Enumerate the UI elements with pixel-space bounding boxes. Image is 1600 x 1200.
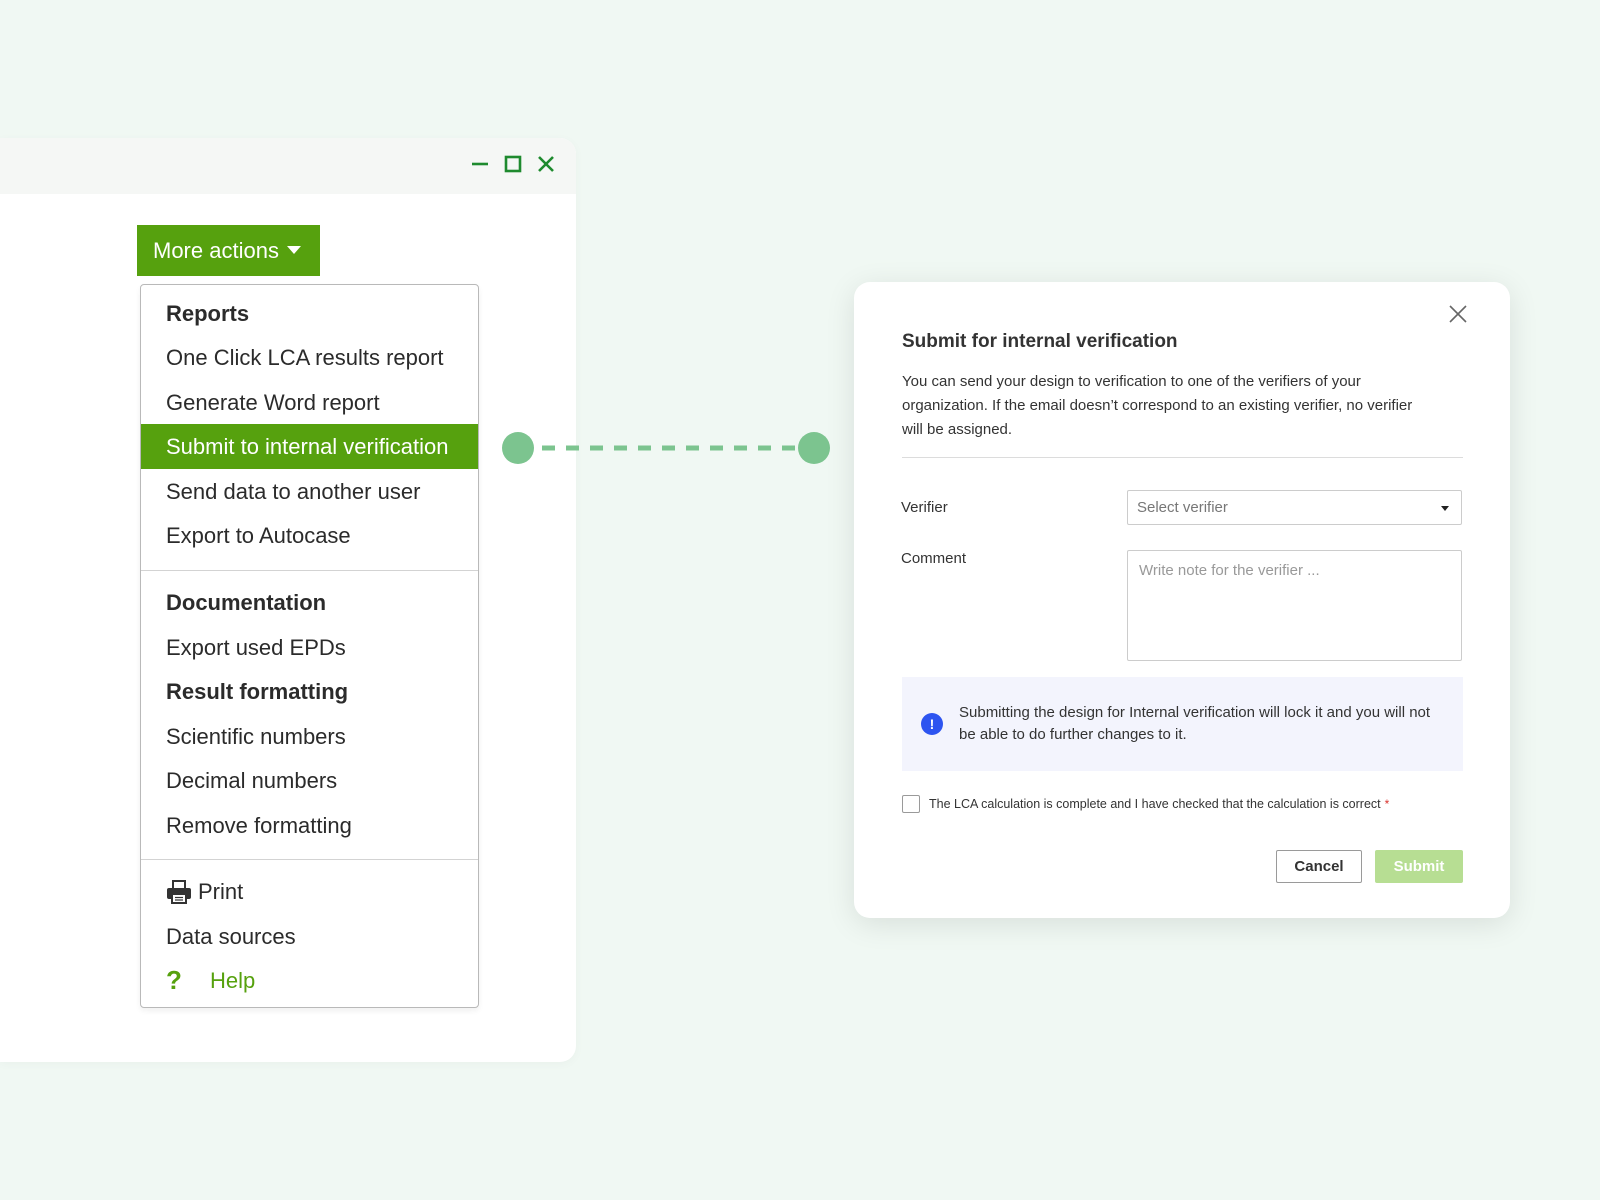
connector-end-dot: [798, 432, 830, 464]
confirm-label: The LCA calculation is complete and I ha…: [929, 797, 1381, 811]
info-alert: ! Submitting the design for Internal ver…: [902, 677, 1463, 771]
confirm-checkbox[interactable]: [902, 795, 920, 813]
menu-item-help[interactable]: ? Help: [141, 958, 478, 1003]
close-icon[interactable]: [1446, 302, 1470, 326]
menu-heading-reports: Reports: [141, 291, 478, 336]
menu-heading-result-formatting: Result formatting: [141, 669, 478, 714]
menu-item-scientific-numbers[interactable]: Scientific numbers: [141, 714, 478, 759]
info-icon: !: [921, 713, 943, 735]
menu-item-submit-verification[interactable]: Submit to internal verification: [141, 424, 478, 469]
maximize-icon[interactable]: [501, 152, 525, 176]
caret-down-icon: [1441, 506, 1449, 511]
connector-line: [500, 430, 832, 466]
window-titlebar: [0, 138, 576, 194]
cancel-button[interactable]: Cancel: [1276, 850, 1362, 883]
menu-item-results-report[interactable]: One Click LCA results report: [141, 335, 478, 380]
submit-verification-modal: Submit for internal verification You can…: [854, 282, 1510, 918]
more-actions-button[interactable]: More actions: [137, 225, 320, 276]
info-alert-text: Submitting the design for Internal verif…: [959, 702, 1439, 746]
comment-label: Comment: [901, 550, 966, 567]
printer-icon: [166, 880, 192, 904]
modal-divider: [902, 457, 1463, 458]
menu-item-decimal-numbers[interactable]: Decimal numbers: [141, 758, 478, 803]
close-icon[interactable]: [534, 152, 558, 176]
menu-item-data-sources[interactable]: Data sources: [141, 914, 478, 959]
verifier-label: Verifier: [901, 499, 948, 516]
more-actions-label: More actions: [153, 238, 279, 264]
help-icon: ?: [166, 965, 184, 996]
modal-title: Submit for internal verification: [902, 331, 1178, 353]
menu-item-print[interactable]: Print: [141, 869, 478, 914]
verifier-select[interactable]: Select verifier: [1127, 490, 1462, 525]
app-window: More actions Reports One Click LCA resul…: [0, 138, 576, 1062]
menu-item-remove-formatting[interactable]: Remove formatting: [141, 803, 478, 848]
menu-heading-documentation: Documentation: [141, 580, 478, 625]
help-label: Help: [210, 968, 255, 994]
minimize-icon[interactable]: [468, 152, 492, 176]
submit-button[interactable]: Submit: [1375, 850, 1463, 883]
print-label: Print: [198, 879, 243, 905]
menu-divider: [141, 570, 478, 571]
menu-divider: [141, 859, 478, 860]
required-marker: *: [1385, 797, 1390, 811]
menu-item-send-data[interactable]: Send data to another user: [141, 469, 478, 514]
verifier-select-value: Select verifier: [1137, 499, 1228, 516]
comment-textarea[interactable]: [1127, 550, 1462, 661]
modal-description: You can send your design to verification…: [902, 370, 1422, 442]
caret-down-icon: [287, 246, 301, 254]
confirm-row: The LCA calculation is complete and I ha…: [902, 795, 1389, 813]
menu-item-word-report[interactable]: Generate Word report: [141, 380, 478, 425]
menu-item-export-epds[interactable]: Export used EPDs: [141, 625, 478, 670]
more-actions-menu: Reports One Click LCA results report Gen…: [140, 284, 479, 1008]
connector-start-dot: [502, 432, 534, 464]
menu-item-export-autocase[interactable]: Export to Autocase: [141, 513, 478, 558]
